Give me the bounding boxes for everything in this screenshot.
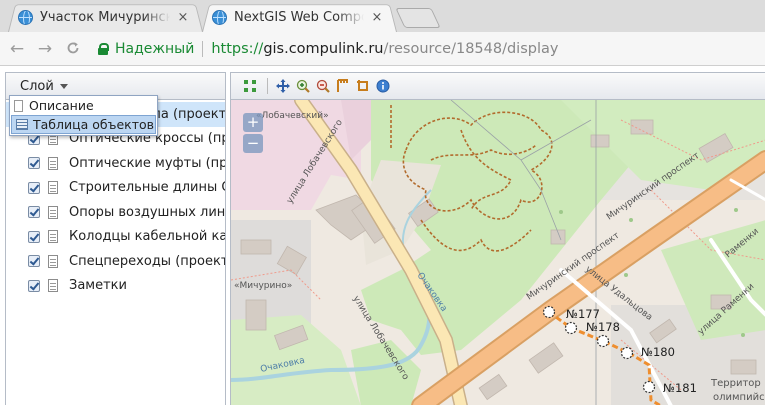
- browser-tab-2[interactable]: NextGIS Web Compo ×: [202, 2, 397, 32]
- measure-length-icon[interactable]: [336, 79, 350, 93]
- layer-item[interactable]: Спецпереходы (проект): [6, 249, 225, 274]
- measure-area-icon[interactable]: [356, 79, 370, 93]
- back-button[interactable]: ←: [6, 39, 28, 59]
- map-label-place: «Мичурино»: [234, 281, 292, 291]
- layer-icon: [48, 181, 58, 195]
- layer-icon: [48, 230, 58, 244]
- layer-checkbox[interactable]: [28, 157, 40, 170]
- layer-label: Опоры воздушных линий: [69, 204, 226, 220]
- layer-label: Спецпереходы (проект): [69, 253, 226, 269]
- layer-context-menu: Описание Таблица объектов: [9, 95, 158, 136]
- layer-checkbox[interactable]: [28, 230, 40, 243]
- layer-label: Колодцы кабельной канализации: [69, 229, 226, 245]
- layer-label: Оптические муфты (проект): [69, 155, 225, 171]
- zoom-in-button[interactable]: +: [243, 113, 263, 132]
- document-icon: [14, 99, 23, 112]
- toolbar-divider: [267, 78, 268, 94]
- tab-title: Участок Мичуринск: [40, 9, 170, 25]
- layer-checkbox[interactable]: [28, 255, 40, 268]
- access-point-label: №180: [641, 345, 675, 359]
- pan-icon[interactable]: [276, 79, 290, 93]
- layer-icon: [48, 205, 58, 219]
- close-tab-icon[interactable]: ×: [370, 10, 384, 25]
- menu-item-label: Описание: [29, 98, 94, 113]
- access-point-label: №177: [566, 307, 600, 321]
- zoom-in-icon[interactable]: [296, 79, 310, 93]
- url-field[interactable]: https://gis.compulink.ru/resource/18548/…: [211, 41, 558, 57]
- menu-item-feature-table[interactable]: Таблица объектов: [11, 115, 156, 134]
- url-scheme: https://: [211, 40, 264, 57]
- menu-item-label: Таблица объектов: [33, 117, 154, 132]
- access-point-label: №178: [586, 320, 620, 334]
- menu-item-description[interactable]: Описание: [10, 96, 157, 115]
- layer-item[interactable]: Оптические муфты (проект): [6, 151, 225, 176]
- layer-label: Заметки: [69, 278, 127, 294]
- layer-item[interactable]: Колодцы кабельной канализации: [6, 225, 225, 250]
- access-point-label: №181: [663, 381, 697, 395]
- divider: [202, 40, 204, 57]
- tab-title: NextGIS Web Compo: [234, 9, 364, 25]
- map-canvas[interactable]: улица Лобачевского улица Лобачевского Ми…: [231, 100, 765, 405]
- layer-checkbox[interactable]: [28, 206, 40, 219]
- layer-item[interactable]: Строительные длины ОК (проект): [6, 176, 225, 201]
- map-tiles[interactable]: улица Лобачевского улица Лобачевского Ми…: [231, 100, 765, 405]
- layer-item[interactable]: Заметки: [6, 274, 225, 299]
- table-icon: [16, 119, 28, 130]
- layer-icon: [48, 279, 58, 293]
- forward-button[interactable]: →: [34, 39, 56, 59]
- layer-checkbox[interactable]: [28, 279, 40, 292]
- layer-icon: [48, 254, 58, 268]
- map-label-place: «Лобачевский»: [256, 111, 329, 121]
- chevron-down-icon: [59, 83, 68, 89]
- layer-item[interactable]: Опоры воздушных линий: [6, 200, 225, 225]
- lock-icon: [98, 42, 109, 55]
- browser-tab-1[interactable]: Участок Мичуринск ×: [8, 2, 203, 32]
- url-host: gis.compulink.ru: [263, 40, 384, 57]
- reload-icon: [67, 41, 79, 53]
- security-indicator[interactable]: Надежный: [115, 41, 194, 57]
- browser-tab-bar: Участок Мичуринск × NextGIS Web Compo ×: [0, 0, 765, 32]
- url-path: /resource/18548/display: [383, 40, 559, 57]
- address-bar: ← → Надежный https://gis.compulink.ru/re…: [0, 32, 765, 66]
- map-label-place: олимпийск: [713, 392, 765, 403]
- zoom-out-icon[interactable]: [316, 79, 330, 93]
- reload-button[interactable]: [62, 39, 84, 59]
- layer-label: Строительные длины ОК (проект): [69, 180, 225, 196]
- zoom-extent-icon[interactable]: [243, 79, 257, 93]
- layer-icon: [48, 156, 58, 170]
- layer-menu-label: Слой: [20, 78, 54, 94]
- globe-icon: [212, 9, 227, 25]
- identify-icon[interactable]: [376, 79, 390, 93]
- layer-checkbox[interactable]: [28, 181, 40, 194]
- map-label-place: Территор: [710, 378, 761, 389]
- zoom-out-button[interactable]: −: [243, 134, 263, 153]
- new-tab-button[interactable]: [395, 8, 441, 28]
- globe-icon: [18, 9, 33, 25]
- close-tab-icon[interactable]: ×: [176, 10, 190, 25]
- map-panel: улица Лобачевского улица Лобачевского Ми…: [230, 72, 765, 405]
- map-toolbar: [231, 73, 765, 100]
